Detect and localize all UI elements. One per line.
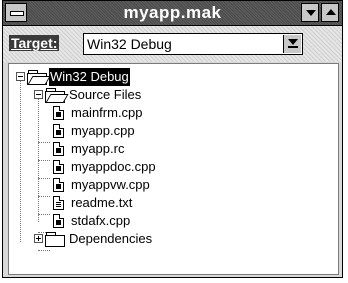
source-file-icon — [53, 214, 64, 228]
tree-node-label: myappvw.cpp — [71, 177, 150, 192]
target-toolbar: Target: Win32 Debug — [3, 26, 342, 62]
tree-node-file[interactable]: stdafx.cpp — [9, 212, 209, 230]
tree-node-label: myapp.rc — [71, 141, 125, 156]
chevron-down-icon — [288, 39, 298, 45]
source-file-icon — [53, 160, 64, 174]
source-file-icon — [53, 124, 64, 138]
source-file-icon — [53, 178, 64, 192]
tree-node-source-files[interactable]: Source Files — [9, 86, 209, 104]
open-folder-icon — [27, 70, 51, 85]
tree-node-label: stdafx.cpp — [71, 213, 131, 228]
tree-node-file[interactable]: myapp.rc — [9, 140, 209, 158]
text-file-icon — [53, 196, 64, 210]
tree-node-file[interactable]: readme.txt — [9, 194, 209, 212]
target-dropdown[interactable]: Win32 Debug — [83, 33, 303, 55]
source-file-icon — [53, 106, 64, 120]
tree-node-file[interactable]: myapp.cpp — [9, 122, 209, 140]
resource-file-icon — [53, 142, 64, 156]
tree-node-dependencies[interactable]: Dependencies — [9, 230, 209, 248]
maximize-icon — [326, 9, 336, 15]
title-bar[interactable]: myapp.mak — [3, 1, 342, 26]
tree-node-label: Source Files — [69, 87, 142, 102]
tree-node-file[interactable]: myappdoc.cpp — [9, 158, 209, 176]
tree-node-file[interactable]: mainfrm.cpp — [9, 104, 209, 122]
tree-node-label: myapp.cpp — [71, 123, 135, 138]
window-title: myapp.mak — [123, 3, 222, 22]
target-label: Target: — [9, 35, 60, 51]
tree-node-label: mainfrm.cpp — [71, 105, 143, 120]
tree-node-label: Win32 Debug — [49, 68, 130, 86]
maximize-button[interactable] — [321, 3, 339, 22]
minimize-button[interactable] — [301, 3, 319, 22]
tree-node-root[interactable]: Win32 Debug — [9, 68, 209, 86]
tree-node-label: Dependencies — [69, 231, 153, 246]
dropdown-arrow-button[interactable] — [283, 35, 301, 53]
target-dropdown-value: Win32 Debug — [87, 36, 172, 52]
project-tree[interactable]: Win32 Debug Source Files mainfrm.cpp mya… — [8, 63, 339, 275]
minimize-icon — [306, 10, 316, 16]
tree-node-file[interactable]: myappvw.cpp — [9, 176, 209, 194]
tree-node-label: readme.txt — [71, 195, 133, 210]
open-folder-icon — [45, 88, 69, 103]
project-window: myapp.mak Target: Win32 Debug Win32 Debu… — [2, 0, 343, 278]
collapse-toggle[interactable] — [34, 90, 43, 99]
expand-toggle[interactable] — [34, 234, 43, 243]
folder-icon — [45, 232, 65, 247]
tree-node-label: myappdoc.cpp — [71, 159, 156, 174]
collapse-toggle[interactable] — [16, 72, 25, 81]
